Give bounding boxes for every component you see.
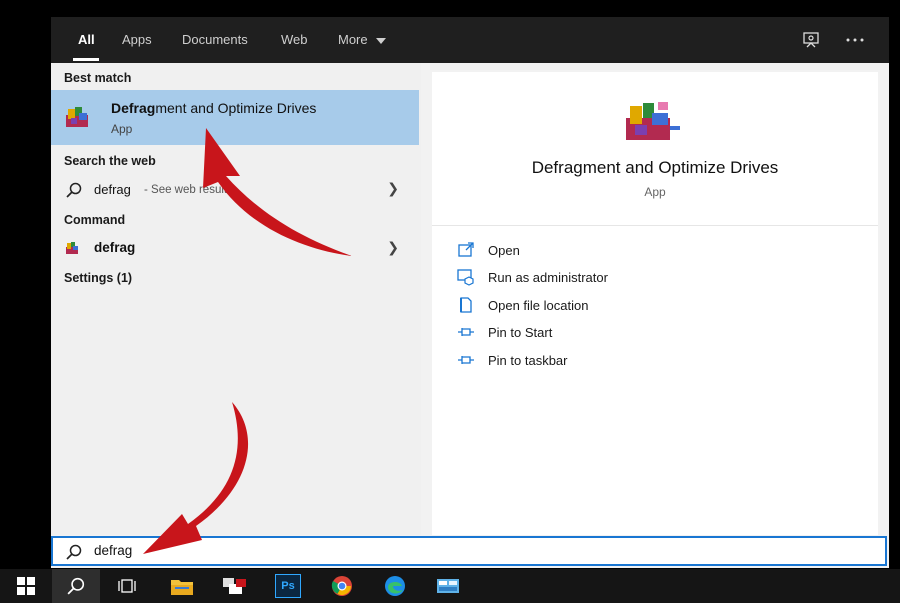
edge-icon bbox=[385, 576, 405, 596]
folder-icon bbox=[171, 580, 193, 595]
tab-more-label: More bbox=[338, 32, 368, 47]
taskbar-control-panel[interactable] bbox=[424, 569, 472, 603]
best-match-heading: Best match bbox=[64, 71, 132, 85]
action-pin-to-start-label: Pin to Start bbox=[488, 324, 553, 340]
file-location-icon bbox=[460, 297, 472, 313]
defrag-command-icon bbox=[66, 242, 78, 254]
taskbar-search-box[interactable]: defrag bbox=[51, 536, 887, 566]
feedback-icon[interactable] bbox=[798, 27, 824, 53]
best-match-subtitle: App bbox=[111, 122, 133, 136]
web-result[interactable]: defrag - See web results ❯ bbox=[51, 175, 419, 203]
pin-icon bbox=[458, 328, 474, 336]
best-match-result[interactable]: Defragment and Optimize Drives App bbox=[51, 90, 419, 145]
action-run-as-admin[interactable]: Run as administrator bbox=[457, 266, 608, 288]
taskbar-edge[interactable] bbox=[371, 569, 419, 603]
taskbar-app-windows[interactable] bbox=[211, 569, 259, 603]
defrag-large-icon bbox=[626, 102, 680, 140]
detail-header: Defragment and Optimize Drives App bbox=[432, 72, 878, 226]
action-open[interactable]: Open bbox=[457, 239, 520, 261]
windows-taskbar: Ps bbox=[0, 569, 900, 603]
detail-subtitle: App bbox=[644, 185, 666, 199]
action-pin-to-start[interactable]: Pin to Start bbox=[457, 321, 552, 343]
task-view-icon bbox=[118, 579, 136, 593]
pin-icon bbox=[458, 356, 474, 364]
action-open-file-location-label: Open file location bbox=[488, 297, 589, 313]
search-web-heading: Search the web bbox=[64, 154, 156, 168]
tab-documents[interactable]: Documents bbox=[182, 32, 248, 47]
best-match-title: Defragment and Optimize Drives bbox=[111, 100, 317, 116]
web-result-query: defrag bbox=[94, 182, 131, 197]
action-pin-to-taskbar-label: Pin to taskbar bbox=[488, 352, 568, 368]
tab-web[interactable]: Web bbox=[281, 32, 308, 47]
taskbar-photoshop[interactable]: Ps bbox=[264, 569, 312, 603]
active-tab-indicator bbox=[73, 58, 99, 61]
task-view-button[interactable] bbox=[104, 569, 152, 603]
tab-all[interactable]: All bbox=[78, 32, 95, 47]
start-button[interactable] bbox=[2, 569, 50, 603]
action-run-as-admin-label: Run as administrator bbox=[488, 269, 608, 285]
caret-down-icon bbox=[376, 37, 387, 44]
detail-title: Defragment and Optimize Drives bbox=[531, 158, 779, 177]
tab-apps[interactable]: Apps bbox=[122, 32, 152, 47]
action-open-file-location[interactable]: Open file location bbox=[457, 294, 588, 316]
defrag-app-icon bbox=[66, 107, 88, 127]
settings-heading[interactable]: Settings (1) bbox=[64, 271, 132, 285]
taskbar-search-button[interactable] bbox=[52, 569, 100, 603]
search-icon bbox=[66, 182, 82, 198]
run-as-admin-icon bbox=[457, 269, 474, 286]
tab-more[interactable]: More bbox=[338, 32, 387, 47]
action-open-label: Open bbox=[488, 242, 520, 258]
chevron-right-icon: ❯ bbox=[387, 180, 399, 196]
results-list: Best match Defragment and Optimize Drive… bbox=[51, 63, 421, 535]
control-panel-icon bbox=[437, 579, 459, 593]
taskbar-file-explorer[interactable] bbox=[158, 569, 206, 603]
photoshop-icon: Ps bbox=[275, 574, 301, 598]
action-pin-to-taskbar[interactable]: Pin to taskbar bbox=[457, 349, 568, 371]
windows-logo-icon bbox=[17, 577, 35, 595]
search-input[interactable]: defrag bbox=[94, 543, 132, 558]
more-options-icon[interactable] bbox=[842, 27, 868, 53]
search-tabs-bar: All Apps Documents Web More bbox=[51, 17, 889, 63]
search-icon bbox=[67, 577, 85, 595]
app-windows-icon bbox=[223, 578, 246, 594]
chrome-icon bbox=[331, 576, 352, 596]
web-result-suffix: - See web results bbox=[144, 184, 233, 196]
command-result[interactable]: defrag ❯ bbox=[51, 234, 419, 262]
open-icon bbox=[458, 242, 474, 257]
command-result-label: defrag bbox=[94, 240, 136, 255]
result-detail-pane: Defragment and Optimize Drives App Open … bbox=[432, 72, 878, 535]
chevron-right-icon: ❯ bbox=[387, 239, 399, 255]
taskbar-chrome[interactable] bbox=[318, 569, 366, 603]
command-heading: Command bbox=[64, 213, 126, 227]
start-search-panel: All Apps Documents Web More Best match D… bbox=[51, 17, 889, 568]
search-icon bbox=[66, 544, 82, 560]
